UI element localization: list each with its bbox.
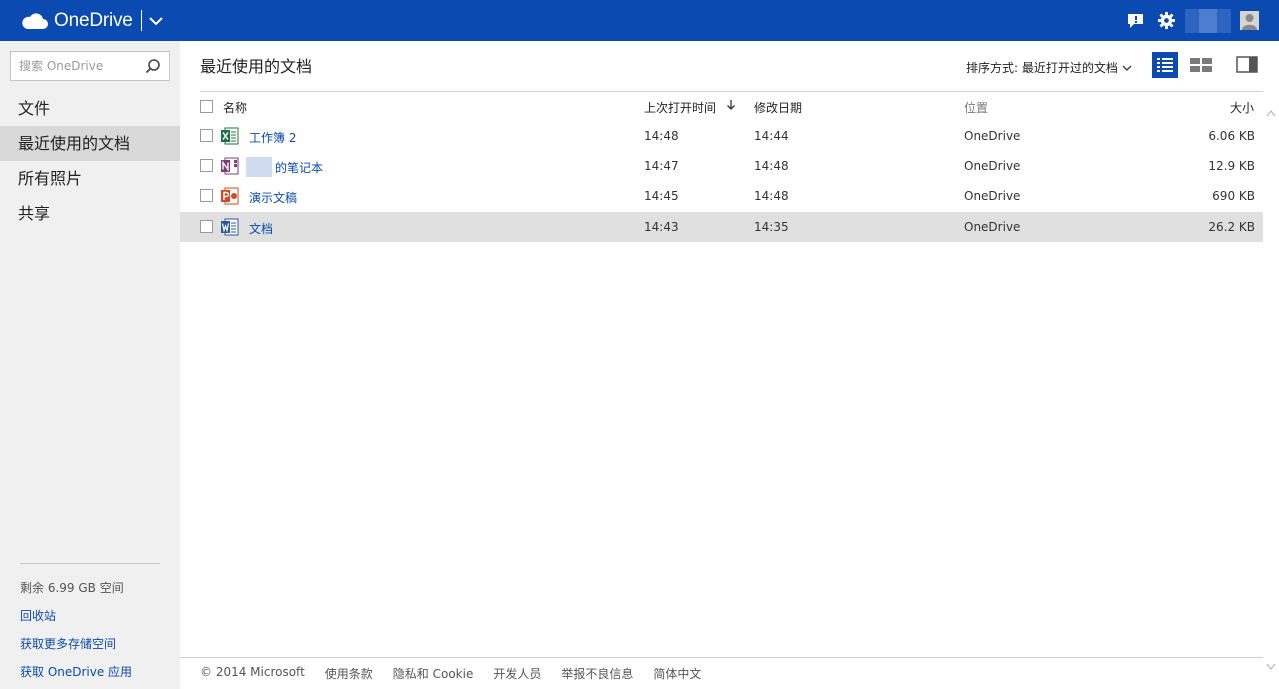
sidebar-item-files[interactable]: 文件 [0, 91, 180, 126]
file-name[interactable]: 工作簿 2 [249, 129, 296, 146]
modified-date: 14:44 [754, 129, 789, 143]
file-name[interactable]: 演示文稿 [249, 189, 297, 206]
row-checkbox[interactable] [200, 129, 213, 142]
app-switcher-chevron-icon[interactable] [147, 12, 165, 30]
file-size: 26.2 KB [1208, 220, 1255, 234]
row-checkbox[interactable] [200, 220, 213, 233]
excel-icon [221, 127, 239, 145]
list-view-button[interactable] [1152, 52, 1178, 78]
last-opened: 14:43 [644, 220, 679, 234]
brand-divider [141, 10, 142, 31]
column-size[interactable]: 大小 [1230, 99, 1254, 116]
app-name: OneDrive [54, 10, 133, 31]
file-location: OneDrive [964, 159, 1021, 173]
file-location: OneDrive [964, 220, 1021, 234]
details-pane-button[interactable] [1234, 52, 1260, 78]
table-row[interactable]: 工作簿 2 14:48 14:44 OneDrive 6.06 KB [180, 121, 1263, 151]
file-name[interactable]: 文档 [249, 220, 273, 237]
vertical-scrollbar[interactable] [1263, 91, 1279, 689]
get-more-storage-link[interactable]: 获取更多存储空间 [20, 635, 116, 652]
avatar[interactable] [1240, 11, 1259, 30]
file-size: 12.9 KB [1208, 159, 1255, 173]
report-abuse-link[interactable]: 举报不良信息 [561, 665, 633, 682]
modified-date: 14:48 [754, 189, 789, 203]
powerpoint-icon [221, 187, 239, 205]
sidebar-item-recent[interactable]: 最近使用的文档 [0, 126, 180, 161]
file-size: 6.06 KB [1208, 129, 1255, 143]
recycle-bin-link[interactable]: 回收站 [20, 607, 56, 624]
language-link[interactable]: 简体中文 [653, 665, 701, 682]
word-icon [221, 218, 239, 236]
modified-date: 14:48 [754, 159, 789, 173]
sort-label: 排序方式: 最近打开过的文档 [966, 61, 1118, 75]
copyright: © 2014 Microsoft [200, 665, 305, 679]
row-checkbox[interactable] [200, 159, 213, 172]
search-input[interactable] [11, 52, 141, 80]
page-title: 最近使用的文档 [200, 57, 313, 76]
row-checkbox[interactable] [200, 189, 213, 202]
last-opened: 14:45 [644, 189, 679, 203]
feedback-icon[interactable] [1126, 11, 1145, 30]
table-row[interactable]: 文档 14:43 14:35 OneDrive 26.2 KB [180, 212, 1263, 242]
sort-arrow-down-icon [727, 100, 735, 110]
file-location: OneDrive [964, 129, 1021, 143]
privacy-link[interactable]: 隐私和 Cookie [393, 665, 474, 682]
header-divider [200, 91, 1263, 92]
file-name-cell[interactable]: 的笔记本 [246, 156, 323, 177]
scroll-up-arrow-icon[interactable] [1266, 109, 1276, 117]
column-name[interactable]: 名称 [223, 99, 247, 116]
sidebar-item-shared[interactable]: 共享 [0, 196, 180, 231]
user-avatar-icon [1240, 11, 1259, 30]
user-name-redacted[interactable] [1185, 9, 1231, 33]
top-bar: OneDrive [0, 0, 1279, 41]
footer: © 2014 Microsoft 使用条款 隐私和 Cookie 开发人员 举报… [200, 665, 721, 682]
column-location[interactable]: 位置 [964, 99, 988, 116]
onedrive-logo[interactable]: OneDrive [20, 9, 133, 33]
cloud-icon [22, 13, 48, 29]
sidebar-nav: 文件 最近使用的文档 所有照片 共享 [0, 91, 180, 231]
footer-divider [180, 657, 1263, 658]
select-all-checkbox[interactable] [200, 100, 213, 113]
column-last-opened[interactable]: 上次打开时间 [644, 99, 716, 116]
last-opened: 14:48 [644, 129, 679, 143]
search-icon[interactable] [145, 58, 161, 74]
sidebar: 文件 最近使用的文档 所有照片 共享 剩余 6.99 GB 空间 回收站 获取更… [0, 41, 180, 689]
sort-dropdown[interactable]: 排序方式: 最近打开过的文档 [966, 59, 1132, 76]
sidebar-item-photos[interactable]: 所有照片 [0, 161, 180, 196]
column-modified[interactable]: 修改日期 [754, 99, 802, 116]
gear-icon[interactable] [1157, 11, 1176, 30]
main-content: 最近使用的文档 排序方式: 最近打开过的文档 名称 上次打开时间 修改日期 位置… [180, 41, 1279, 689]
last-opened: 14:47 [644, 159, 679, 173]
tiles-view-button[interactable] [1188, 52, 1214, 78]
terms-link[interactable]: 使用条款 [325, 665, 373, 682]
scroll-down-arrow-icon[interactable] [1266, 663, 1276, 671]
modified-date: 14:35 [754, 220, 789, 234]
storage-quota: 剩余 6.99 GB 空间 [20, 581, 124, 595]
sidebar-divider [20, 563, 160, 564]
file-location: OneDrive [964, 189, 1021, 203]
search-box [10, 51, 170, 81]
table-row[interactable]: 演示文稿 14:45 14:48 OneDrive 690 KB [180, 181, 1263, 211]
file-name[interactable]: 的笔记本 [275, 161, 323, 175]
redacted-username [246, 156, 272, 177]
table-row[interactable]: 的笔记本 14:47 14:48 OneDrive 12.9 KB [180, 151, 1263, 181]
onenote-icon [221, 157, 239, 175]
developers-link[interactable]: 开发人员 [493, 665, 541, 682]
chevron-down-icon [1122, 65, 1132, 71]
get-apps-link[interactable]: 获取 OneDrive 应用 [20, 663, 132, 680]
file-size: 690 KB [1212, 189, 1255, 203]
